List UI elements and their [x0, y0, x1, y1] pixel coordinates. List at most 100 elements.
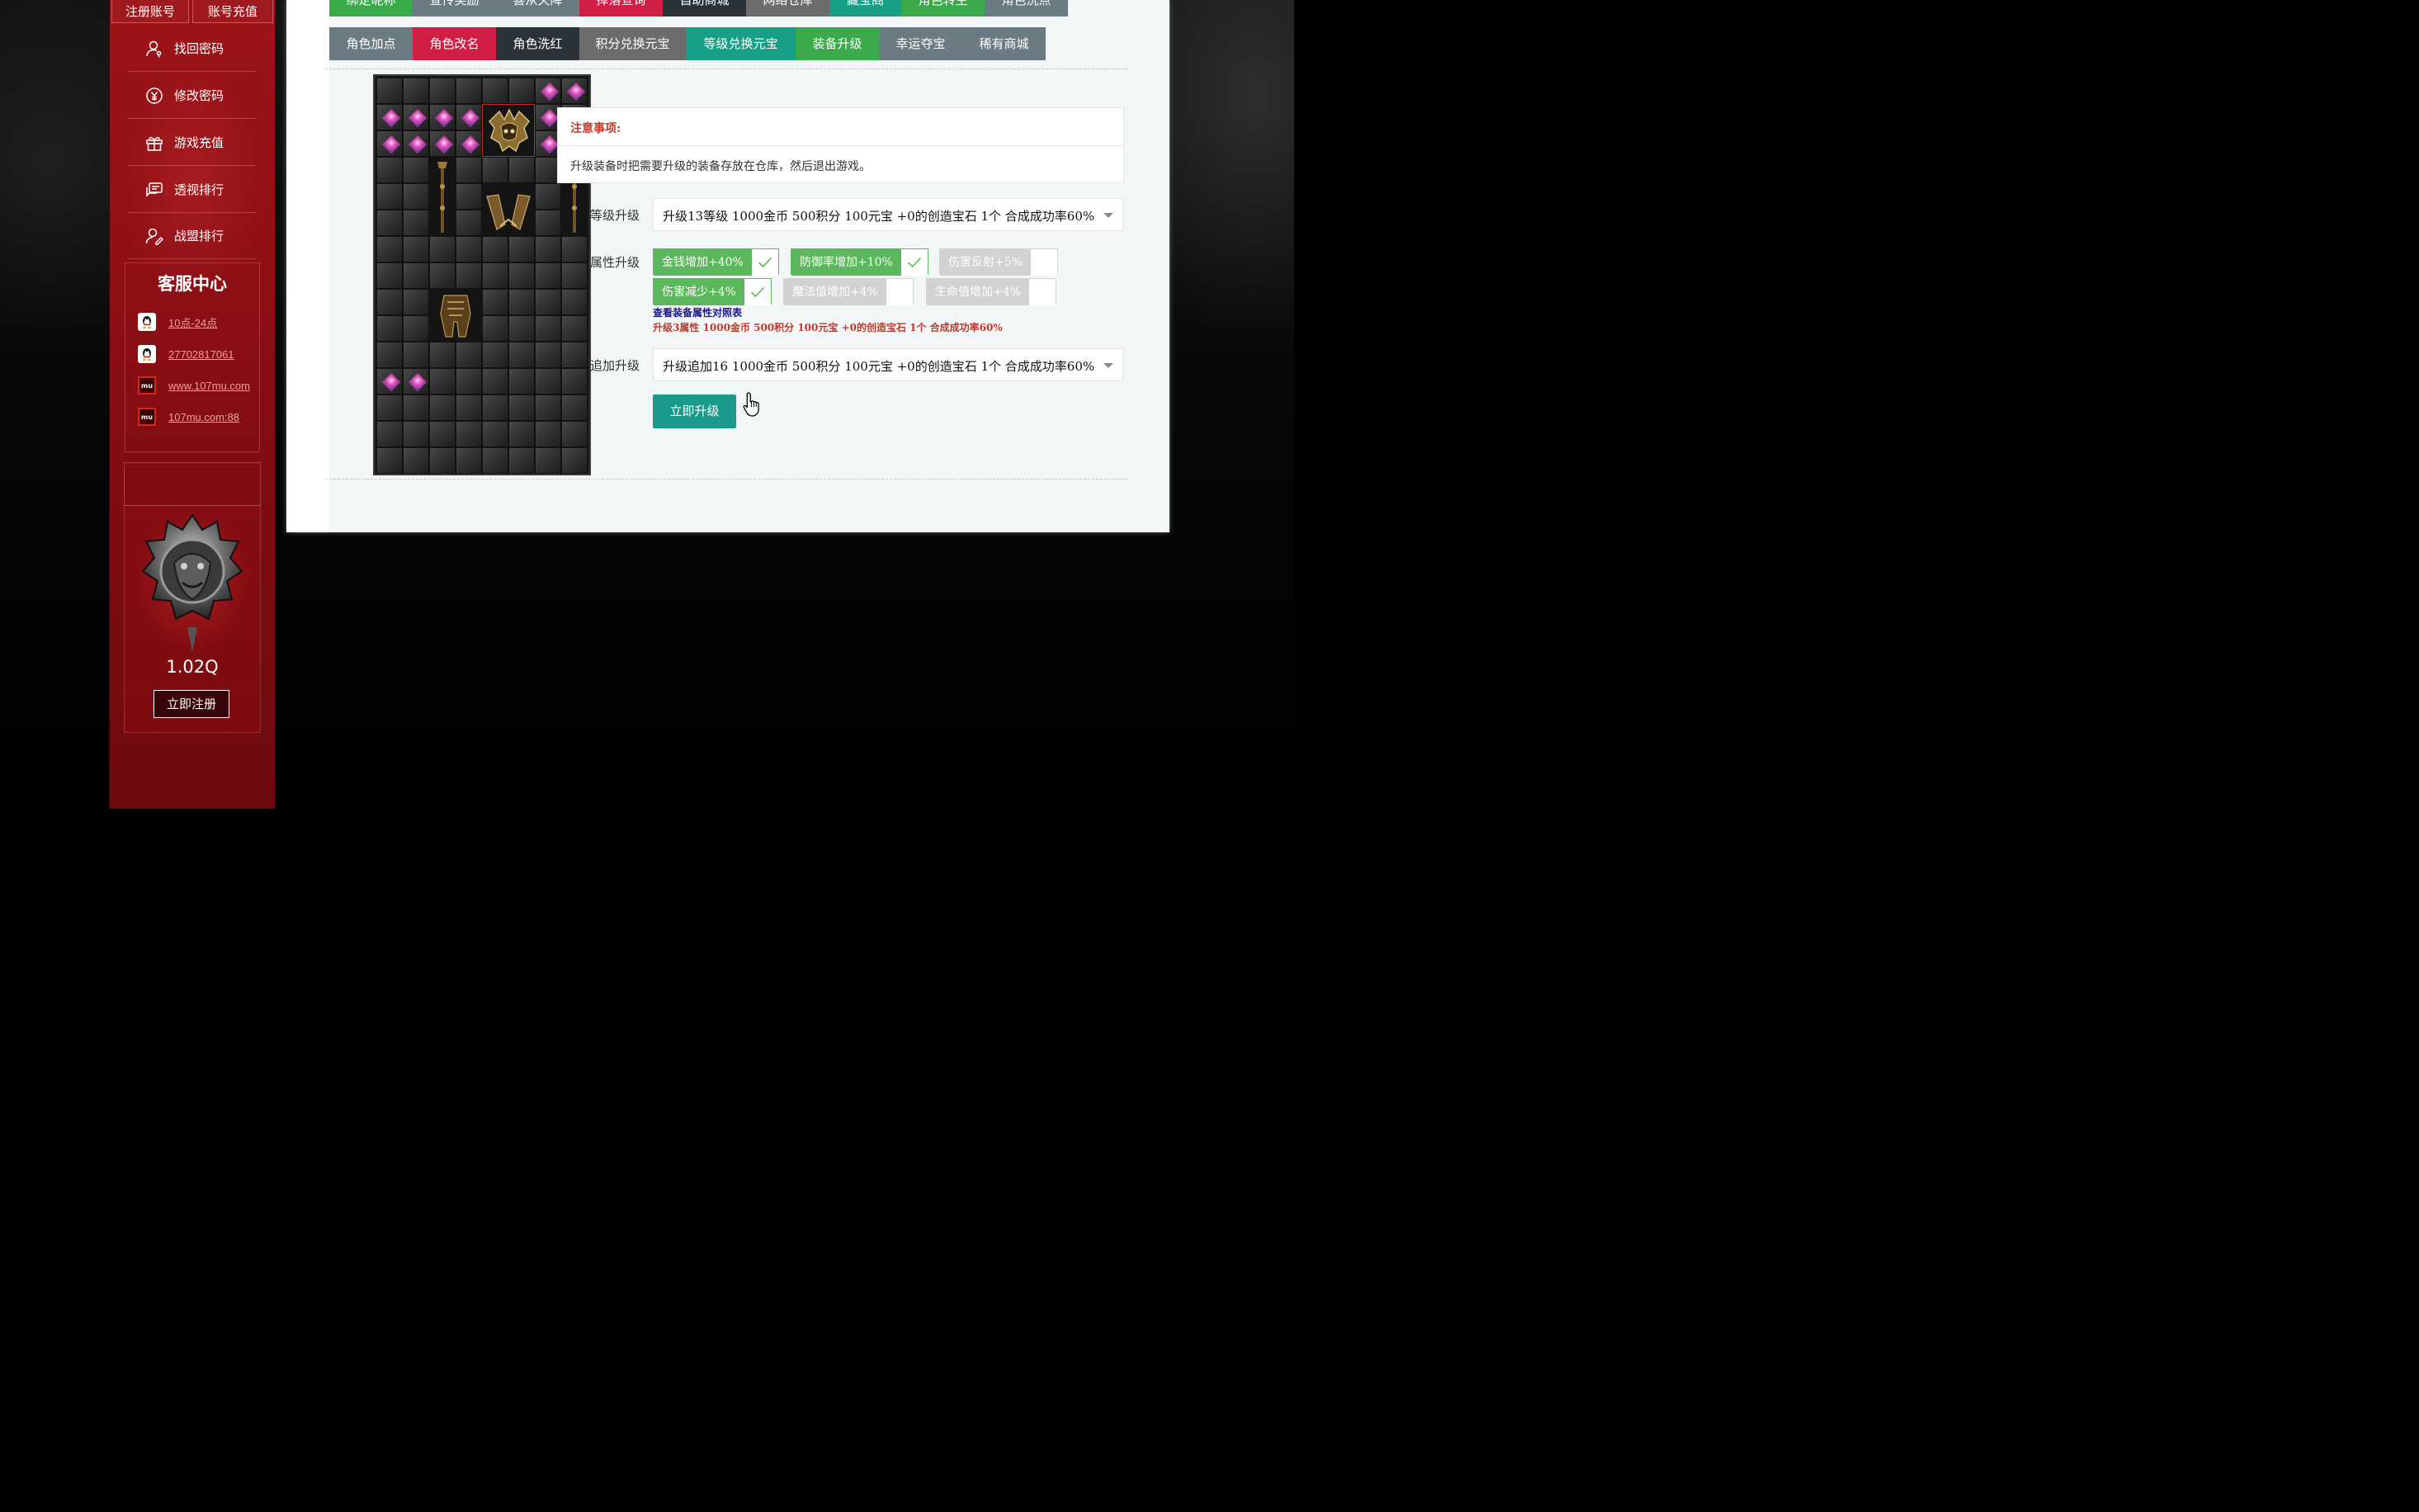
inventory-slot[interactable]: [429, 395, 456, 421]
inventory-slot[interactable]: [482, 78, 508, 104]
attribute-table-link[interactable]: 查看装备属性对照表: [653, 305, 742, 319]
inventory-slot[interactable]: [456, 262, 482, 289]
menu-item-game-recharge[interactable]: 游戏充值: [128, 120, 256, 166]
service-row-qq[interactable]: 27702817061: [138, 344, 234, 364]
staff-item-left[interactable]: [429, 157, 456, 236]
inventory-slot[interactable]: [535, 395, 561, 421]
inventory-slot[interactable]: [403, 289, 429, 315]
attr-checkbox-life[interactable]: 生命值增加+4%: [926, 278, 1056, 305]
inventory-slot[interactable]: [456, 421, 482, 447]
inventory-slot[interactable]: [403, 183, 429, 210]
service-qq-link[interactable]: 27702817061: [168, 348, 234, 361]
gloves-item[interactable]: [482, 183, 535, 236]
inventory-slot[interactable]: [456, 183, 482, 210]
inventory-slot[interactable]: [508, 262, 535, 289]
inventory-slot[interactable]: [482, 395, 508, 421]
inventory-slot[interactable]: [456, 210, 482, 236]
service-row-hours[interactable]: 10点-24点: [138, 312, 217, 332]
inventory-slot[interactable]: [403, 210, 429, 236]
tab-row1-6[interactable]: 网络仓库: [746, 0, 829, 17]
tab-row1-8[interactable]: 角色转生: [901, 0, 985, 17]
inventory-slot[interactable]: [403, 395, 429, 421]
inventory-slot[interactable]: [482, 236, 508, 262]
tab-row2-5[interactable]: 等级兑换元宝: [686, 27, 796, 60]
inventory-slot[interactable]: [535, 183, 561, 210]
inventory-slot[interactable]: [429, 447, 456, 474]
inventory-slot[interactable]: [482, 262, 508, 289]
menu-item-perspective-ranking[interactable]: 透视排行: [128, 167, 256, 213]
inventory-slot[interactable]: [429, 236, 456, 262]
inventory-slot[interactable]: [456, 157, 482, 183]
inventory-slot[interactable]: [376, 447, 403, 474]
inventory-slot[interactable]: [403, 421, 429, 447]
tab-row1-3[interactable]: 喜从天降: [496, 0, 579, 17]
inventory-slot[interactable]: [561, 447, 588, 474]
tab-row2-2[interactable]: 角色改名: [413, 27, 496, 60]
level-upgrade-select[interactable]: 升级13等级 1000金币 500积分 100元宝 +0的创造宝石 1个 合成成…: [653, 198, 1123, 231]
inventory-slot[interactable]: [429, 368, 456, 395]
inventory-slot[interactable]: [561, 289, 588, 315]
inventory-slot[interactable]: [429, 262, 456, 289]
tab-row2-3[interactable]: 角色洗红: [496, 27, 579, 60]
attr-checkbox-mana[interactable]: 魔法值增加+4%: [783, 278, 914, 305]
inventory-slot[interactable]: [403, 262, 429, 289]
inventory-slot[interactable]: [561, 395, 588, 421]
inventory-slot[interactable]: [508, 236, 535, 262]
inventory-slot[interactable]: [535, 210, 561, 236]
inventory-slot[interactable]: [403, 104, 429, 130]
inventory-slot[interactable]: [376, 395, 403, 421]
inventory-slot[interactable]: [376, 210, 403, 236]
upgrade-now-button[interactable]: 立即升级: [653, 395, 736, 428]
service-server-link[interactable]: 107mu.com:88: [168, 411, 239, 423]
inventory-slot[interactable]: [376, 421, 403, 447]
service-row-website[interactable]: mu www.107mu.com: [138, 376, 250, 395]
service-hours-link[interactable]: 10点-24点: [168, 314, 217, 330]
attr-checkbox-reflect[interactable]: 伤害反射+5%: [939, 248, 1058, 276]
inventory-slot[interactable]: [535, 368, 561, 395]
inventory-slot[interactable]: [403, 368, 429, 395]
tab-row2-1[interactable]: 角色加点: [329, 27, 413, 60]
inventory-slot[interactable]: [535, 262, 561, 289]
inventory-slot[interactable]: [482, 157, 508, 183]
inventory-slot[interactable]: [403, 447, 429, 474]
inventory-slot[interactable]: [508, 342, 535, 368]
service-row-server[interactable]: mu 107mu.com:88: [138, 407, 239, 427]
inventory-slot[interactable]: [482, 315, 508, 342]
inventory-slot[interactable]: [535, 236, 561, 262]
attr-checkbox-defense[interactable]: 防御率增加+10%: [791, 248, 928, 276]
inventory-slot[interactable]: [456, 368, 482, 395]
inventory-slot[interactable]: [403, 157, 429, 183]
tab-row1-5[interactable]: 自助商城: [663, 0, 746, 17]
tab-row2-4[interactable]: 积分兑换元宝: [579, 27, 686, 60]
inventory-slot[interactable]: [403, 236, 429, 262]
inventory-slot[interactable]: [456, 78, 482, 104]
tab-row1-2[interactable]: 宣传奖励: [413, 0, 496, 17]
inventory-slot[interactable]: [403, 315, 429, 342]
inventory-slot[interactable]: [508, 447, 535, 474]
inventory-slot[interactable]: [403, 78, 429, 104]
tab-row1-7[interactable]: 藏宝阁: [829, 0, 901, 17]
inventory-slot[interactable]: [535, 315, 561, 342]
menu-item-recover-password[interactable]: 找回密码: [128, 26, 256, 72]
inventory-slot[interactable]: [376, 236, 403, 262]
attr-checkbox-money[interactable]: 金钱增加+40%: [653, 248, 779, 276]
inventory-slot[interactable]: [482, 368, 508, 395]
inventory-slot[interactable]: [456, 130, 482, 157]
inventory-slot[interactable]: [482, 342, 508, 368]
tab-row1-4[interactable]: 掉落查询: [579, 0, 663, 17]
inventory-slot[interactable]: [508, 157, 535, 183]
recharge-account-button[interactable]: 账号充值: [192, 0, 273, 23]
tab-row1-9[interactable]: 角色洗点: [985, 0, 1068, 17]
inventory-slot[interactable]: [429, 421, 456, 447]
register-account-button[interactable]: 注册账号: [111, 0, 189, 23]
inventory-slot[interactable]: [376, 368, 403, 395]
attr-checkbox-damage-reduce[interactable]: 伤害减少+4%: [653, 278, 772, 305]
inventory-slot[interactable]: [561, 78, 588, 104]
inventory-slot[interactable]: [508, 395, 535, 421]
inventory-slot[interactable]: [508, 368, 535, 395]
inventory-slot[interactable]: [403, 130, 429, 157]
inventory-slot[interactable]: [456, 447, 482, 474]
append-upgrade-select[interactable]: 升级追加16 1000金币 500积分 100元宝 +0的创造宝石 1个 合成成…: [653, 348, 1123, 381]
menu-item-guild-ranking[interactable]: 战盟排行: [128, 213, 256, 259]
inventory-slot[interactable]: [482, 421, 508, 447]
